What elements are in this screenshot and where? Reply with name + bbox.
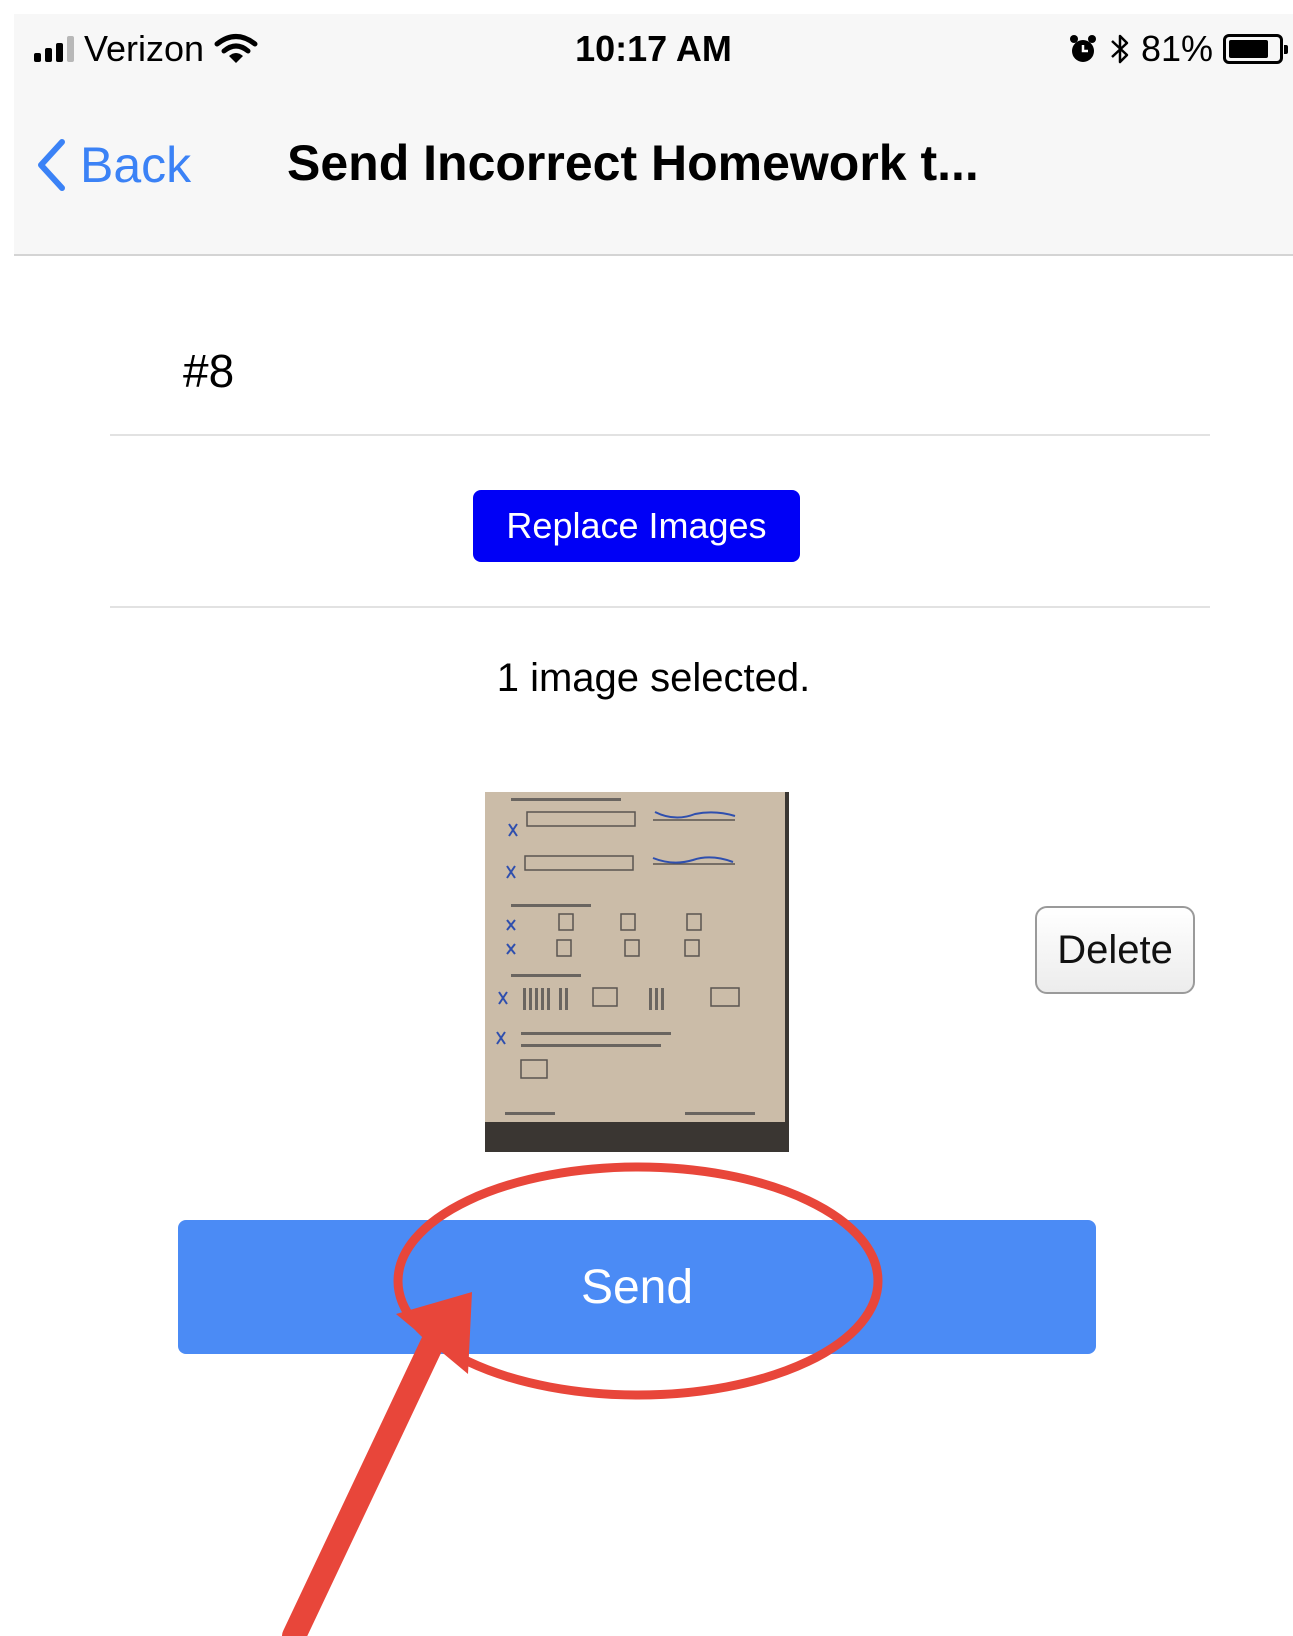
- selection-status: 1 image selected.: [496, 656, 811, 700]
- send-button[interactable]: Send: [178, 1220, 1096, 1354]
- divider: [110, 606, 1210, 608]
- divider: [110, 434, 1210, 436]
- item-number: #8: [183, 345, 235, 397]
- page-title: Send Incorrect Homework t...: [287, 135, 979, 191]
- annotation-arrow-shaft: [282, 1332, 444, 1636]
- battery-percent: 81%: [1140, 28, 1213, 69]
- homework-image-thumbnail: [485, 792, 789, 1152]
- bluetooth-icon: [1111, 34, 1129, 64]
- battery-icon: [1223, 34, 1288, 64]
- screen: Verizon 10:17 AM 81% Back Send Incorrect…: [14, 14, 1293, 1636]
- back-label: Back: [80, 137, 192, 193]
- status-right: 81%: [1067, 28, 1288, 70]
- delete-image-button[interactable]: Delete: [1035, 906, 1195, 994]
- status-bar: Verizon 10:17 AM 81%: [14, 14, 1293, 84]
- back-button[interactable]: Back: [36, 136, 191, 194]
- alarm-icon: [1069, 35, 1096, 62]
- chevron-left-icon: [38, 139, 65, 191]
- replace-images-button[interactable]: Replace Images: [473, 490, 800, 562]
- navigation-bar: Back Send Incorrect Homework t...: [14, 84, 1293, 256]
